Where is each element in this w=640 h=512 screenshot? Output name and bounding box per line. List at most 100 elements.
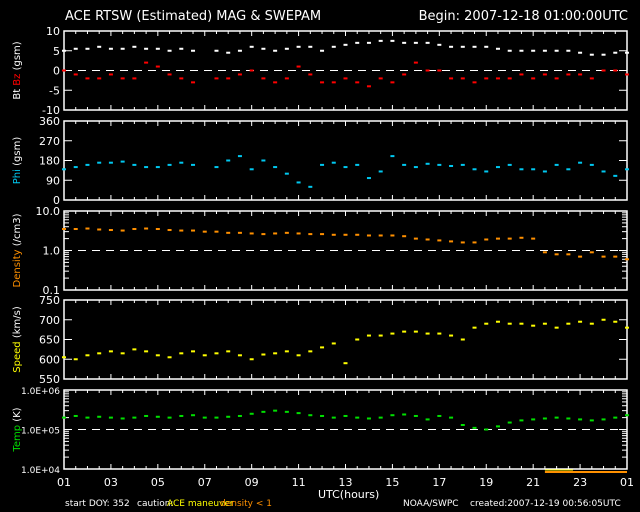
data-point-phi xyxy=(425,162,430,165)
y-axis-label-part: (gsm) xyxy=(12,137,23,169)
data-point-speed xyxy=(97,352,102,355)
data-point-speed xyxy=(202,354,207,357)
data-point-bz xyxy=(179,77,184,80)
data-point-speed xyxy=(554,326,559,329)
data-point-temp xyxy=(320,414,325,417)
data-point-phi xyxy=(554,163,559,166)
data-point-bt xyxy=(495,47,500,50)
data-point-speed xyxy=(120,352,125,355)
data-point-bz xyxy=(97,77,102,80)
data-point-density xyxy=(249,232,254,235)
data-point-bz xyxy=(85,77,90,80)
data-point-temp xyxy=(449,416,454,419)
data-point-phi xyxy=(62,168,66,171)
data-point-temp xyxy=(472,426,477,429)
data-point-phi xyxy=(132,163,137,166)
data-point-speed xyxy=(542,322,547,325)
data-point-phi xyxy=(284,172,289,175)
data-point-speed xyxy=(495,320,500,323)
data-point-bt xyxy=(167,49,172,52)
panel-density: 10.01.00.1Density (/cm3) xyxy=(12,205,629,297)
data-point-bt xyxy=(237,49,242,52)
data-point-speed xyxy=(284,350,289,353)
data-point-bz xyxy=(402,73,407,76)
data-point-speed xyxy=(484,322,489,325)
data-point-density xyxy=(73,228,78,231)
data-point-bz xyxy=(425,69,430,72)
data-point-speed xyxy=(132,348,137,351)
data-point-phi xyxy=(566,168,571,171)
data-point-bz xyxy=(531,77,536,80)
data-point-bz xyxy=(155,65,160,68)
y-tick-label: 1.0E+04 xyxy=(21,466,60,476)
data-point-temp xyxy=(73,414,78,417)
data-point-bt xyxy=(425,41,430,44)
data-point-density xyxy=(343,233,348,236)
panel-temp: 1.0E+06 1.0E+05 1.0E+04 Temp (K) xyxy=(12,387,629,476)
data-point-bz xyxy=(331,81,336,84)
data-point-bt xyxy=(402,41,407,44)
data-point-bt xyxy=(578,51,583,54)
y-tick-label: 750 xyxy=(39,294,60,307)
data-point-density xyxy=(613,255,618,258)
data-point-phi xyxy=(73,166,78,169)
data-point-bz xyxy=(449,77,454,80)
data-point-speed xyxy=(320,346,325,349)
y-tick-label: 10.0 xyxy=(36,205,61,218)
data-point-density xyxy=(97,228,102,231)
data-point-phi xyxy=(578,161,583,164)
org-label: NOAA/SWPC xyxy=(403,499,459,509)
data-point-phi xyxy=(331,161,336,164)
data-point-density xyxy=(237,231,242,234)
data-point-phi xyxy=(308,185,313,188)
y-tick-label: 1.0E+06 xyxy=(21,387,60,397)
x-tick-label: 07 xyxy=(198,476,212,489)
x-tick-label: 15 xyxy=(385,476,399,489)
data-point-phi xyxy=(155,166,160,169)
data-point-speed xyxy=(62,356,66,359)
data-point-density xyxy=(625,258,629,261)
data-point-temp xyxy=(542,417,547,420)
data-point-speed xyxy=(437,332,442,335)
data-point-bt xyxy=(566,49,571,52)
data-point-bt xyxy=(132,45,137,48)
data-point-speed xyxy=(566,322,571,325)
data-point-density xyxy=(425,238,430,241)
data-point-density xyxy=(155,228,160,231)
x-tick-label: 05 xyxy=(151,476,165,489)
data-point-density xyxy=(495,237,500,240)
data-point-bt xyxy=(214,49,219,52)
data-point-bz xyxy=(108,73,113,76)
data-point-density xyxy=(167,229,172,232)
data-point-bz xyxy=(484,77,489,80)
data-point-temp xyxy=(578,418,583,421)
data-point-temp xyxy=(495,425,500,428)
data-point-speed xyxy=(402,330,407,333)
data-point-bz xyxy=(308,73,313,76)
data-point-phi xyxy=(449,164,454,167)
data-point-bt xyxy=(390,39,395,42)
data-point-phi xyxy=(390,155,395,158)
data-point-density xyxy=(191,229,196,232)
data-point-density xyxy=(308,233,313,236)
data-point-phi xyxy=(472,168,477,171)
data-point-speed xyxy=(519,322,524,325)
data-point-speed xyxy=(625,326,629,329)
data-point-phi xyxy=(226,159,231,162)
data-point-bz xyxy=(120,77,125,80)
data-point-temp xyxy=(601,418,606,421)
data-point-density xyxy=(472,241,477,244)
data-point-phi xyxy=(191,163,196,166)
data-point-bt xyxy=(108,47,113,50)
y-axis-label-part: Density xyxy=(12,249,23,287)
data-point-speed xyxy=(296,354,301,357)
data-point-temp xyxy=(261,410,266,413)
y-tick-label: 270 xyxy=(39,135,60,148)
data-point-speed xyxy=(425,332,430,335)
data-point-density xyxy=(62,228,66,231)
y-tick-label: 700 xyxy=(39,314,60,327)
data-point-temp xyxy=(413,414,418,417)
panel-frame xyxy=(63,299,628,380)
y-tick-label: 10 xyxy=(46,25,60,38)
data-point-bz xyxy=(296,65,301,68)
